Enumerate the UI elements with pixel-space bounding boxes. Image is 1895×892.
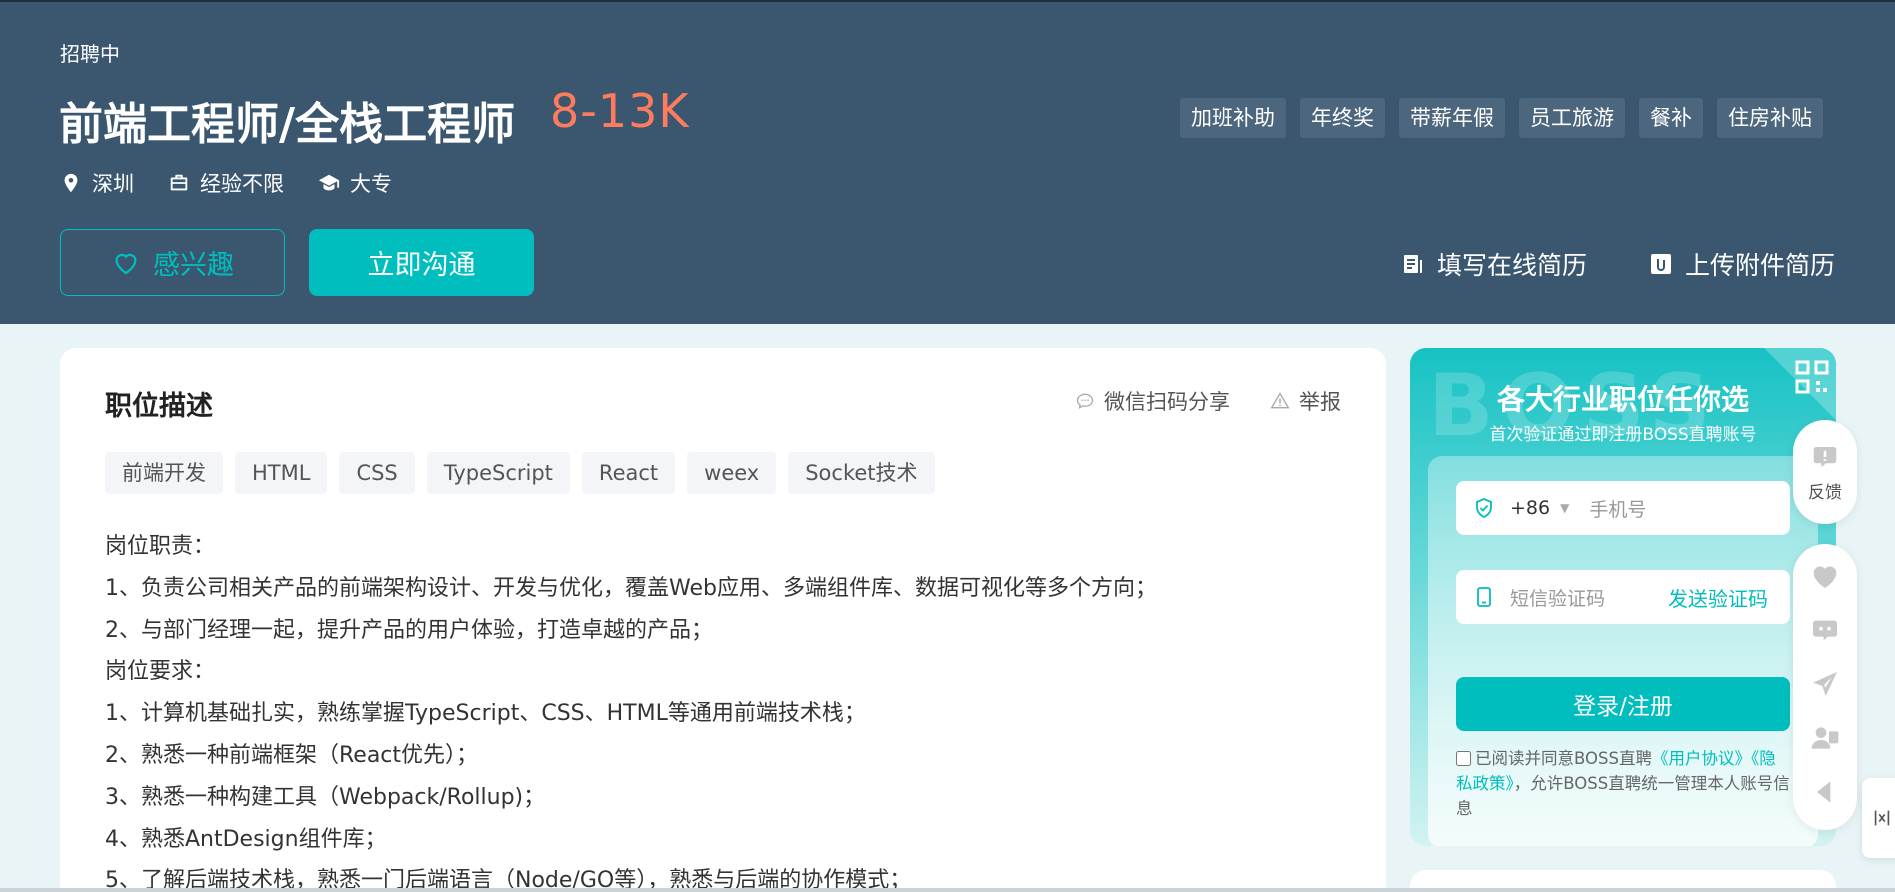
benefit-tag: 带薪年假: [1399, 98, 1505, 138]
meta-experience-label: 经验不限: [200, 172, 284, 196]
benefit-tags: 加班补助 年终奖 带薪年假 员工旅游 餐补 住房补贴: [1180, 98, 1823, 138]
upload-resume-link[interactable]: 上传附件简历: [1649, 246, 1835, 282]
job-description-text: 岗位职责： 1、负责公司相关产品的前端架构设计、开发与优化，覆盖Web应用、多端…: [105, 526, 1345, 892]
benefit-tag: 加班补助: [1180, 98, 1286, 138]
country-code-select[interactable]: +86: [1510, 497, 1550, 519]
side-drawer-tab[interactable]: [1862, 778, 1895, 858]
location-pin-icon: [64, 173, 78, 193]
description-line: 1、计算机基础扎实，熟练掌握TypeScript、CSS、HTML等通用前端技术…: [105, 701, 866, 727]
skill-tag: 前端开发: [105, 452, 223, 494]
chevron-down-icon: ▼: [1560, 501, 1570, 515]
skill-tag: HTML: [235, 452, 328, 494]
interest-button[interactable]: 感兴趣: [60, 229, 285, 296]
description-line: 岗位要求：: [105, 659, 216, 685]
meta-city: 深圳: [60, 168, 134, 198]
login-register-button[interactable]: 登录/注册: [1456, 677, 1790, 731]
page-bottom-border: [0, 888, 1895, 892]
description-line: 岗位职责：: [105, 534, 216, 559]
expand-icon: [1874, 810, 1890, 826]
user-card-icon[interactable]: [1809, 722, 1841, 754]
chat-bubble-icon: [1076, 393, 1094, 409]
mobile-phone-icon: [1477, 587, 1491, 607]
send-icon[interactable]: [1809, 668, 1841, 700]
job-description-card: 职位描述 微信扫码分享 举报 前端开发 HTML CSS TypeScript …: [60, 348, 1386, 892]
send-code-button[interactable]: 发送验证码: [1668, 583, 1768, 612]
chat-icon[interactable]: [1809, 614, 1841, 646]
benefit-tag: 年终奖: [1300, 98, 1385, 138]
skill-tags: 前端开发 HTML CSS TypeScript React weex Sock…: [105, 452, 935, 494]
agreement-prefix: 已阅读并同意BOSS直聘: [1475, 749, 1652, 768]
report-label: 举报: [1299, 390, 1341, 414]
collapse-arrow-icon[interactable]: [1809, 776, 1841, 808]
resume-form-icon: [1403, 255, 1422, 273]
wechat-share-label: 微信扫码分享: [1104, 390, 1230, 414]
online-resume-label: 填写在线简历: [1436, 251, 1587, 280]
user-agreement-link[interactable]: 《用户协议》: [1652, 749, 1751, 768]
skill-tag: TypeScript: [426, 452, 570, 494]
benefit-tag: 员工旅游: [1519, 98, 1625, 138]
phone-placeholder: 手机号: [1589, 498, 1647, 521]
job-meta: 深圳 经验不限 大专: [60, 168, 392, 198]
sms-code-field[interactable]: 短信验证码 发送验证码: [1456, 570, 1790, 624]
meta-degree-label: 大专: [350, 172, 392, 196]
description-line: 1、负责公司相关产品的前端架构设计、开发与优化，覆盖Web应用、多端组件库、数据…: [105, 575, 1157, 601]
description-line: 2、与部门经理一起，提升产品的用户体验，打造卓越的产品；: [105, 617, 713, 643]
feedback-icon: [1813, 446, 1837, 467]
sms-placeholder: 短信验证码: [1510, 587, 1606, 610]
warning-icon: [1270, 392, 1290, 409]
description-line: 3、熟悉一种构建工具（Webpack/Rollup)；: [105, 784, 546, 810]
upload-resume-label: 上传附件简历: [1684, 251, 1835, 280]
benefit-tag: 住房补贴: [1717, 98, 1823, 138]
heart-icon: [115, 253, 137, 274]
feedback-button[interactable]: 反馈: [1793, 420, 1857, 524]
job-title: 前端工程师/全栈工程师: [59, 99, 516, 150]
login-form: +86 ▼ 手机号 短信验证码 发送验证码 登录/注册 已阅读并同意BOSS直聘…: [1428, 456, 1818, 846]
interest-button-label: 感兴趣: [153, 250, 234, 281]
job-status: 招聘中: [60, 42, 120, 66]
skill-tag: React: [581, 452, 676, 494]
wechat-share-button[interactable]: 微信扫码分享: [1075, 386, 1230, 416]
job-header: 招聘中 前端工程师/全栈工程师 8-13K 深圳 经验不限 大专 加班补助 年终…: [0, 0, 1895, 324]
heart-icon[interactable]: [1809, 560, 1841, 592]
card-actions: 微信扫码分享 举报: [1075, 386, 1341, 416]
chat-now-button[interactable]: 立即沟通: [309, 229, 534, 296]
meta-experience: 经验不限: [168, 168, 284, 198]
meta-city-label: 深圳: [92, 172, 134, 196]
job-salary: 8-13K: [550, 84, 690, 138]
briefcase-icon: [170, 174, 188, 191]
phone-field[interactable]: +86 ▼ 手机号: [1456, 481, 1790, 535]
feedback-label: 反馈: [1808, 482, 1842, 503]
description-line: 2、熟悉一种前端框架（React优先）；: [105, 742, 479, 768]
agreement-checkbox[interactable]: [1456, 751, 1471, 766]
login-panel: BOSS 各大行业职位任你选 首次验证通过即注册BOSS直聘账号 +86 ▼ 手…: [1410, 348, 1836, 846]
agreement: 已阅读并同意BOSS直聘《用户协议》《隐私政策》，允许BOSS直聘统一管理本人账…: [1456, 746, 1792, 821]
section-title: 职位描述: [105, 391, 213, 422]
benefit-tag: 餐补: [1639, 98, 1703, 138]
attachment-icon: [1650, 254, 1671, 274]
login-heading: 各大行业职位任你选: [1496, 383, 1749, 416]
online-resume-link[interactable]: 填写在线简历: [1401, 246, 1587, 282]
meta-degree: 大专: [318, 168, 392, 198]
shield-check-icon: [1476, 498, 1492, 519]
skill-tag: Socket技术: [788, 452, 935, 494]
skill-tag: weex: [687, 452, 777, 494]
resume-actions: 填写在线简历 上传附件简历: [1401, 246, 1835, 282]
report-button[interactable]: 举报: [1270, 386, 1341, 416]
login-subheading: 首次验证通过即注册BOSS直聘账号: [1489, 425, 1757, 445]
float-toolbar: [1793, 544, 1857, 830]
description-line: 4、熟悉AntDesign组件库；: [105, 826, 387, 852]
graduation-cap-icon: [318, 174, 340, 191]
skill-tag: CSS: [339, 452, 415, 494]
